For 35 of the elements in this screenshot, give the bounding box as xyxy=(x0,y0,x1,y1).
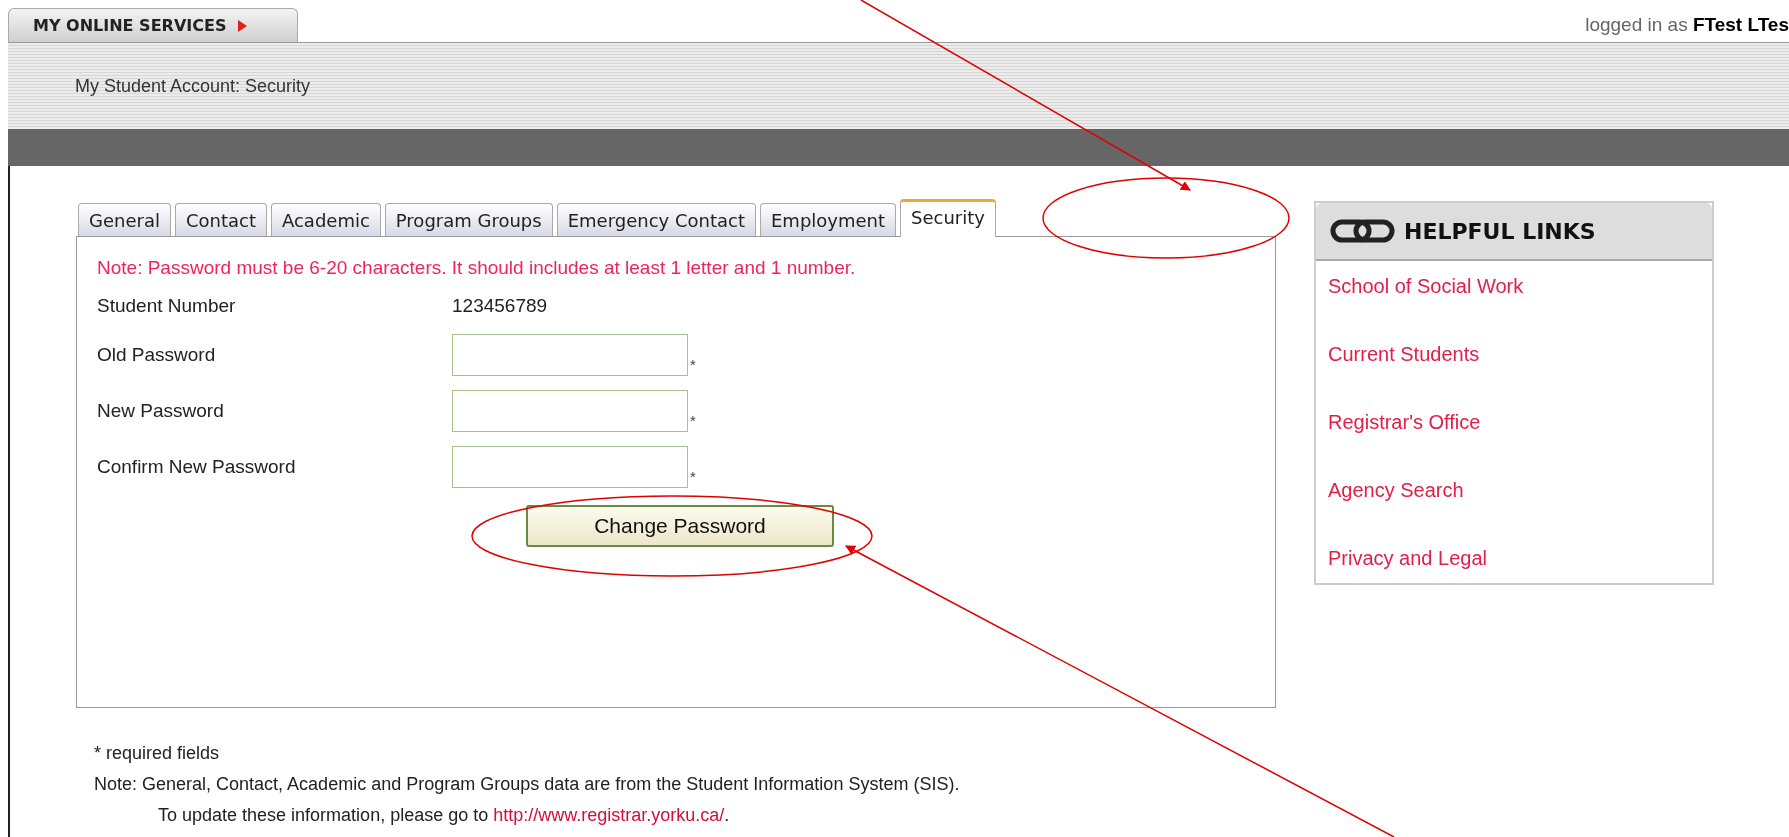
triangle-icon xyxy=(238,19,248,32)
tab[interactable]: Contact xyxy=(174,203,267,236)
helpful-link[interactable]: Registrar's Office xyxy=(1328,409,1481,436)
required-mark: * xyxy=(690,468,696,485)
required-note: * required fields xyxy=(94,742,221,765)
password-field[interactable] xyxy=(452,390,688,432)
helpful-link[interactable]: Agency Search xyxy=(1328,477,1464,504)
registrar-link[interactable]: http://www.registrar.yorku.ca/ xyxy=(493,805,725,825)
student-number: 123456789 xyxy=(452,295,548,317)
password-field[interactable] xyxy=(452,334,688,376)
services-tab[interactable]: MY ONLINE SERVICES xyxy=(8,8,298,42)
required-mark: * xyxy=(690,412,696,429)
change-password-button[interactable]: Change Password xyxy=(526,505,834,547)
tab[interactable]: Security xyxy=(900,199,996,237)
helpful-link[interactable]: Privacy and Legal xyxy=(1328,545,1487,572)
tab[interactable]: Academic xyxy=(270,203,381,236)
chain-link-icon xyxy=(1330,217,1396,245)
tab[interactable]: Program Groups xyxy=(384,203,553,236)
page-title: My Student Account: Security xyxy=(75,75,311,97)
field-label: New Password xyxy=(97,400,225,422)
field-label: Confirm New Password xyxy=(97,456,297,478)
tab[interactable]: Employment xyxy=(759,203,897,236)
tab[interactable]: General xyxy=(78,203,171,236)
source-note: Note: General, Contact, Academic and Program Groups data are from the Student Information System (SIS). xyxy=(94,773,961,796)
helpful-link[interactable]: Current Students xyxy=(1328,341,1480,368)
required-mark: * xyxy=(690,356,696,373)
tab[interactable]: Emergency Contact xyxy=(556,203,756,236)
field-label: Old Password xyxy=(97,344,217,366)
field-label: Student Number xyxy=(97,295,237,317)
password-field[interactable] xyxy=(452,446,688,488)
login-status: logged in as FTest LTes xyxy=(1585,14,1789,37)
update-note: To update these information, please go to http://www.registrar.yorku.ca/. xyxy=(157,804,731,827)
links-title: HELPFUL LINKS xyxy=(1404,218,1596,244)
helpful-link[interactable]: School of Social Work xyxy=(1328,273,1524,300)
password-note: Note: Password must be 6-20 characters. It should includes at least 1 letter and 1 number. xyxy=(97,257,857,279)
